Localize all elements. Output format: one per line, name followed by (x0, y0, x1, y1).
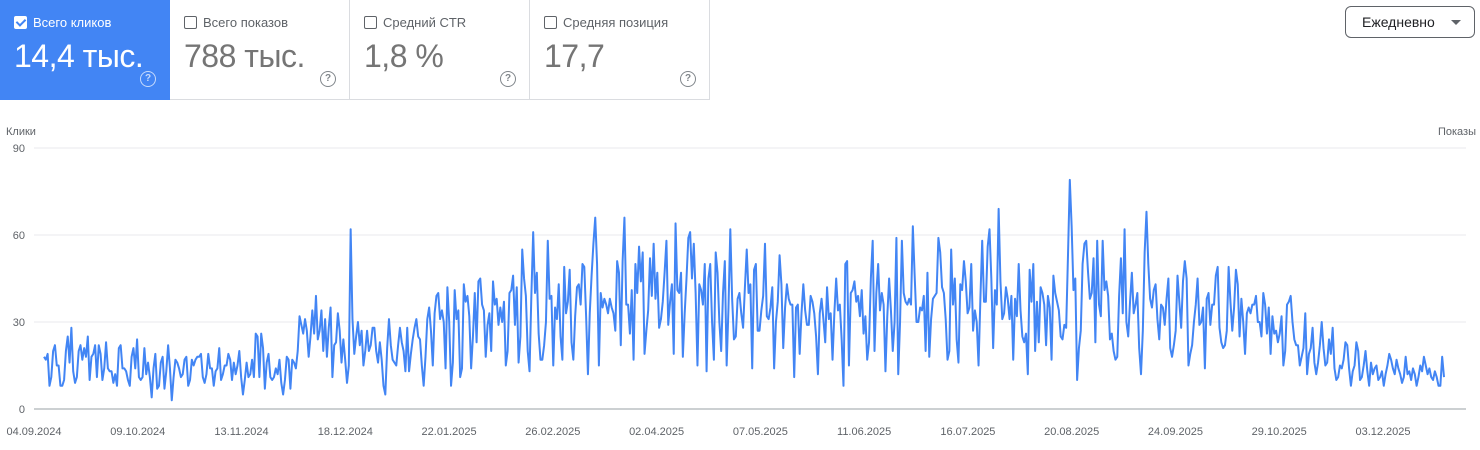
x-tick-label: 16.07.2025 (940, 426, 995, 438)
x-tick-label: 20.08.2025 (1044, 426, 1099, 438)
x-tick-label: 29.10.2025 (1252, 426, 1307, 438)
y-axis-label-right: Показы (1438, 126, 1476, 138)
x-tick-label: 18.12.2024 (318, 426, 373, 438)
x-tick-label: 02.04.2025 (629, 426, 684, 438)
x-tick-label: 03.12.2025 (1355, 426, 1410, 438)
x-tick-label: 09.10.2024 (110, 426, 165, 438)
y-axis-label-left: Клики (6, 126, 36, 138)
x-axis-ticks: 04.09.2024 09.10.2024 13.11.2024 18.12.2024… (6, 426, 1410, 438)
x-tick-label: 07.05.2025 (733, 426, 788, 438)
y-tick-label: 90 (13, 143, 25, 155)
y-tick-label: 30 (13, 317, 25, 329)
x-tick-label: 26.02.2025 (525, 426, 580, 438)
x-tick-label: 24.09.2025 (1148, 426, 1203, 438)
clicks-line-chart: Клики Показы 0 30 60 90 04.09.2024 09.10.202… (6, 126, 1476, 438)
x-tick-label: 13.11.2024 (214, 426, 268, 438)
y-tick-label: 60 (13, 230, 25, 242)
x-tick-label: 04.09.2024 (6, 426, 61, 438)
series-line-clicks (43, 178, 1445, 402)
series-lines (43, 178, 1445, 402)
y-axis-ticks: 0 30 60 90 (13, 143, 25, 416)
x-tick-label: 11.06.2025 (837, 426, 891, 438)
grid (34, 147, 1466, 410)
y-tick-label: 0 (19, 404, 25, 416)
x-tick-label: 22.01.2025 (422, 426, 477, 438)
